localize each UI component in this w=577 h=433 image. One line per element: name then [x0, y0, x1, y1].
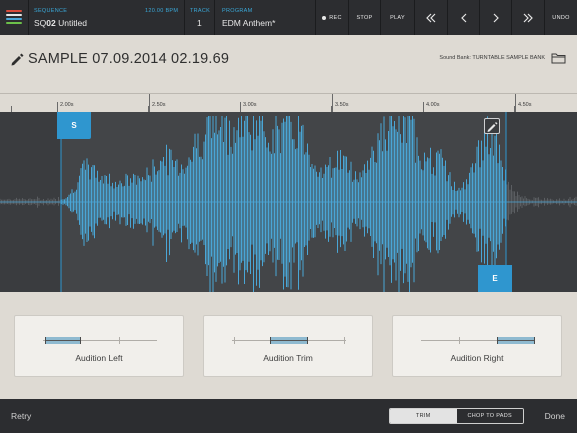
sequence-label: SEQUENCE	[34, 8, 68, 14]
time-ruler[interactable]: 2.00s 2.50s 3.00s 3.50s 4.00s 4.50s	[0, 93, 577, 112]
audition-trim-button[interactable]: Audition Trim	[203, 315, 373, 377]
record-icon	[322, 15, 327, 20]
audition-segment	[270, 337, 308, 344]
audition-segment	[497, 337, 535, 344]
audition-panel: Audition Left Audition Trim Audition Rig…	[0, 292, 577, 399]
chop-to-pads-tab[interactable]: CHOP TO PADS	[456, 409, 523, 423]
timeline-mark	[344, 337, 345, 344]
rec-button[interactable]: REC	[316, 0, 348, 35]
audition-right-label: Audition Right	[450, 353, 504, 363]
ruler-label: 4.50s	[518, 102, 532, 108]
double-chevron-right-icon	[523, 13, 533, 22]
trim-tab[interactable]: TRIM	[390, 409, 457, 423]
rewind-to-start-button[interactable]	[415, 0, 447, 35]
retry-button[interactable]: Retry	[11, 411, 31, 421]
program-selector[interactable]: PROGRAM EDM Anthem*	[215, 0, 315, 35]
bpm-readout: 120.00 BPM	[145, 8, 179, 14]
track-value: 1	[197, 18, 202, 28]
step-back-button[interactable]	[448, 0, 479, 35]
ruler-label: 3.50s	[335, 102, 349, 108]
play-button[interactable]: PLAY	[381, 0, 414, 35]
pencil-icon[interactable]	[9, 51, 24, 66]
sequence-selector[interactable]: SEQUENCE 120.00 BPM SQ02 Untitled	[29, 0, 184, 35]
program-value: EDM Anthem*	[222, 18, 276, 28]
app-logo-icon	[6, 8, 22, 26]
double-chevron-left-icon	[426, 13, 436, 22]
ruler-major-tick	[149, 94, 150, 112]
top-toolbar: SEQUENCE 120.00 BPM SQ02 Untitled TRACK …	[0, 0, 577, 35]
audition-right-button[interactable]: Audition Right	[392, 315, 562, 377]
waveform-inside-trim	[61, 116, 506, 292]
folder-icon[interactable]	[551, 52, 566, 64]
bottom-toolbar: Retry TRIM CHOP TO PADS Done	[0, 399, 577, 433]
ruler-major-tick	[332, 94, 333, 112]
undo-button[interactable]: UNDO	[545, 0, 577, 35]
ruler-major-tick	[515, 94, 516, 112]
chevron-left-icon	[460, 13, 466, 22]
track-label: TRACK	[190, 8, 211, 14]
chevron-right-icon	[493, 13, 499, 22]
ruler-label: 3.00s	[243, 102, 257, 108]
start-marker-handle[interactable]: S	[57, 112, 91, 139]
ruler-major-tick	[240, 102, 241, 112]
sample-title[interactable]: SAMPLE 07.09.2014 02.19.69	[28, 51, 229, 67]
end-marker-handle[interactable]: E	[478, 265, 512, 292]
forward-to-end-button[interactable]	[512, 0, 544, 35]
edit-marker-icon[interactable]	[484, 118, 500, 134]
waveform-view[interactable]: S E	[0, 112, 577, 292]
ruler-label: 2.50s	[152, 102, 166, 108]
sound-bank-label: Sound Bank: TURNTABLE SAMPLE BANK	[439, 55, 545, 61]
sample-header: SAMPLE 07.09.2014 02.19.69 Sound Bank: T…	[0, 35, 577, 93]
timeline-mark	[234, 337, 235, 344]
ruler-label: 4.00s	[426, 102, 440, 108]
stop-button[interactable]: STOP	[349, 0, 380, 35]
program-label: PROGRAM	[222, 8, 253, 14]
timeline-mark	[459, 337, 460, 344]
ruler-major-tick	[423, 102, 424, 112]
audition-trim-label: Audition Trim	[263, 353, 313, 363]
audition-left-label: Audition Left	[75, 353, 123, 363]
sequence-name: SQ02 Untitled	[34, 18, 87, 28]
step-forward-button[interactable]	[480, 0, 511, 35]
audition-segment	[45, 337, 81, 344]
audition-left-button[interactable]: Audition Left	[14, 315, 184, 377]
timeline-mark	[119, 337, 120, 344]
track-selector[interactable]: TRACK 1	[185, 0, 214, 35]
done-button[interactable]: Done	[545, 411, 565, 421]
ruler-label: 2.00s	[60, 102, 74, 108]
ruler-major-tick	[57, 102, 58, 112]
mode-segmented-control: TRIM CHOP TO PADS	[389, 408, 524, 424]
